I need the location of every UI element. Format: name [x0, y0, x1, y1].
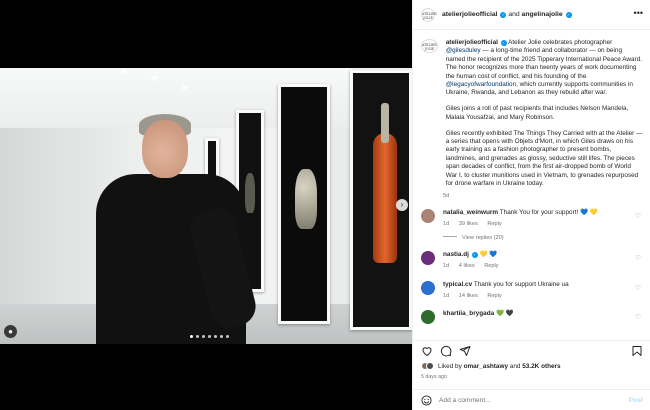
- comment-text: Thank you for support Ukraine ua: [473, 280, 569, 288]
- comment-text: 💛 💙: [479, 250, 498, 258]
- commenter-username[interactable]: khartiia_brygada: [443, 310, 494, 317]
- post-modal: › ● ATELIER JOLIE atelierjolieofficial ✓…: [0, 0, 650, 410]
- liked-by-prefix: Liked by: [438, 362, 462, 370]
- commenter-username[interactable]: natalia_weinwurm: [443, 209, 498, 216]
- next-image-button[interactable]: ›: [396, 199, 408, 211]
- carousel-dot: [190, 335, 193, 338]
- liker-avatar: [426, 362, 434, 370]
- commenter-avatar[interactable]: [421, 209, 435, 223]
- comment: nastia.dj ✓ 💛 💙 1d 4 likes Reply ♡: [421, 250, 643, 271]
- add-comment-input[interactable]: [439, 396, 609, 404]
- likes-summary: Liked by omar_ashtawy and 53.2K others: [421, 362, 561, 370]
- post-photo[interactable]: [0, 68, 412, 344]
- commenter-username[interactable]: nastia.dj: [443, 251, 469, 258]
- carousel-dot: [202, 335, 205, 338]
- post-authors: atelierjolieofficial ✓ and angelinajolie…: [442, 11, 572, 18]
- verified-icon: ✓: [565, 12, 572, 18]
- comment-like-icon[interactable]: ♡: [635, 284, 641, 292]
- post-comment-button[interactable]: Post: [629, 397, 643, 404]
- post-timestamp: 5 days ago: [421, 374, 447, 380]
- comment-like-icon[interactable]: ♡: [635, 212, 641, 220]
- comment: typical.cv Thank you for support Ukraine…: [421, 280, 643, 301]
- comment: khartiia_brygada 💚 🖤 ♡: [421, 310, 643, 325]
- share-icon[interactable]: [459, 345, 471, 357]
- emoji-icon[interactable]: [421, 394, 432, 406]
- comment-age: 1d: [443, 293, 450, 300]
- comment-like-icon[interactable]: ♡: [635, 254, 641, 262]
- more-options-icon[interactable]: •••: [634, 8, 643, 18]
- comment-age: 1d: [443, 221, 450, 228]
- artwork-frame: [278, 84, 330, 324]
- caption-username[interactable]: atelierjolieofficial: [446, 39, 498, 46]
- commenter-avatar[interactable]: [421, 310, 435, 325]
- account-username[interactable]: atelierjolieofficial: [442, 11, 498, 18]
- caption-text: atelierjolieofficial ✓ Atelier Jolie cel…: [446, 39, 643, 196]
- comment-text: Thank You for your support! 💙 💛: [499, 209, 598, 216]
- liked-by-and: and: [509, 362, 521, 370]
- commenter-avatar[interactable]: [421, 250, 435, 265]
- liked-by-user[interactable]: omar_ashtawy: [464, 363, 508, 370]
- view-replies-button[interactable]: View replies (20): [443, 235, 643, 241]
- mention-link[interactable]: @gilesduley: [446, 47, 481, 54]
- comment-likes[interactable]: 39 likes: [459, 221, 478, 227]
- comment-likes[interactable]: 14 likes: [459, 293, 478, 299]
- account-avatar[interactable]: ATELIER JOLIE: [421, 7, 437, 22]
- reply-button[interactable]: Reply: [487, 221, 501, 227]
- caption-avatar[interactable]: ATELIER JOLIE: [421, 39, 438, 53]
- media-pane: › ●: [0, 0, 412, 410]
- comment-age: 1d: [443, 263, 450, 270]
- comment-like-icon[interactable]: ♡: [635, 313, 641, 321]
- comment-text: 💚 🖤: [495, 310, 514, 318]
- carousel-dot: [208, 335, 211, 338]
- carousel-dot: [196, 335, 199, 338]
- post-header: ATELIER JOLIE atelierjolieofficial ✓ and…: [413, 0, 650, 30]
- action-bar: [413, 340, 650, 360]
- verified-icon: ✓: [471, 251, 478, 258]
- tagged-user-icon[interactable]: ●: [4, 325, 17, 338]
- post-details: ATELIER JOLIE atelierjolieofficial ✓ and…: [412, 0, 650, 410]
- author-connector: and: [508, 11, 520, 18]
- verified-icon: ✓: [500, 40, 507, 46]
- caption: ATELIER JOLIE atelierjolieofficial ✓ Ate…: [421, 39, 643, 196]
- caption-p2: Giles joins a roll of past recipients th…: [445, 105, 629, 121]
- carousel-dot: [220, 335, 223, 338]
- ceiling-light: [152, 76, 157, 79]
- comments-scroll-area[interactable]: ATELIER JOLIE atelierjolieofficial ✓ Ate…: [413, 31, 650, 340]
- carousel-dot: [214, 335, 217, 338]
- reply-button[interactable]: Reply: [487, 293, 501, 299]
- commenter-avatar[interactable]: [421, 280, 435, 295]
- caption-p1a: Atelier Jolie celebrates photographer: [508, 39, 613, 46]
- mention-link[interactable]: @legacyofwarfoundation: [446, 81, 516, 88]
- collaborator-username[interactable]: angelinajolie: [522, 11, 563, 18]
- ceiling-light: [122, 70, 127, 73]
- heart-icon[interactable]: [421, 345, 433, 357]
- photo-subject-head: [142, 120, 188, 178]
- carousel-indicator: [190, 335, 229, 338]
- caption-p3: Giles recently exhibited The Things They…: [445, 129, 643, 188]
- verified-icon: ✓: [500, 12, 507, 18]
- liked-by-others[interactable]: 53.2K others: [522, 363, 560, 370]
- commenter-username[interactable]: typical.cv: [443, 281, 472, 288]
- ceiling-light: [182, 86, 187, 89]
- comment: natalia_weinwurm Thank You for your supp…: [421, 209, 643, 229]
- comment-icon[interactable]: [440, 345, 452, 357]
- comment-composer: Post: [413, 389, 650, 410]
- carousel-dot: [226, 335, 229, 338]
- reply-button[interactable]: Reply: [484, 263, 498, 269]
- bookmark-icon[interactable]: [631, 345, 643, 357]
- comment-likes[interactable]: 4 likes: [459, 263, 475, 269]
